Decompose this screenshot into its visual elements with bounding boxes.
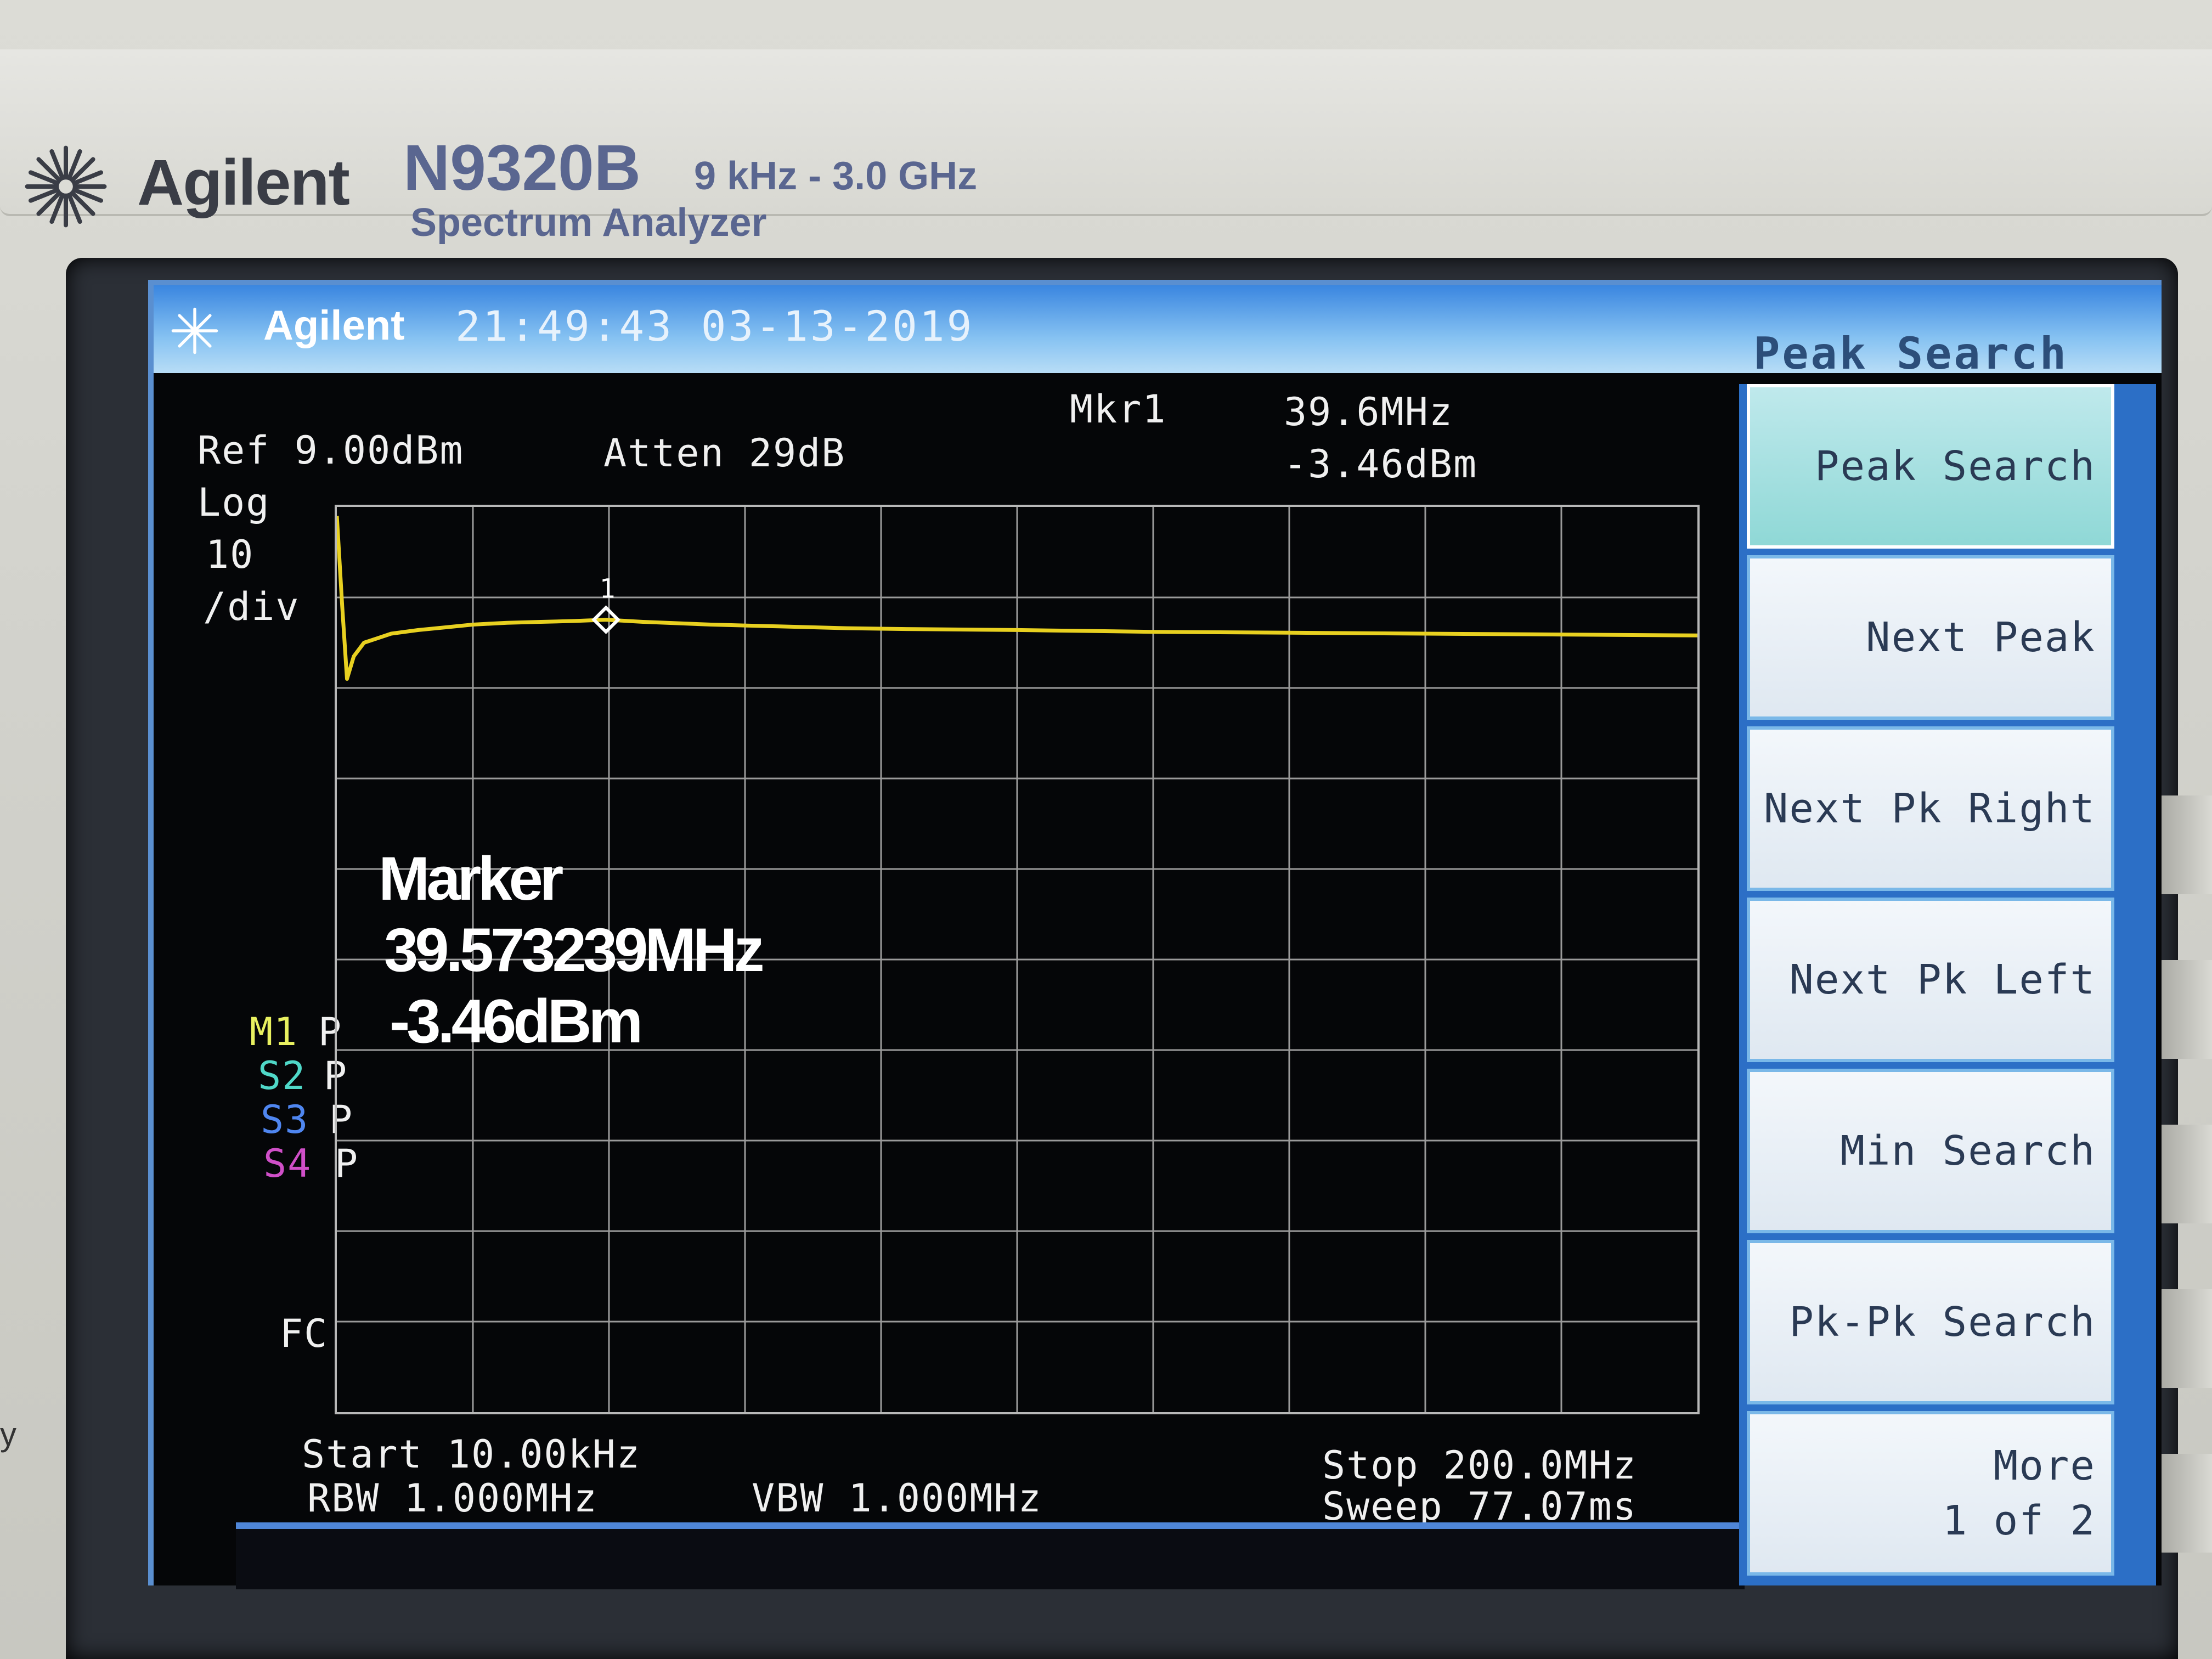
marker-overlay-title: Marker bbox=[379, 844, 563, 913]
marker-overlay-frequency: 39.573239MHz bbox=[384, 916, 765, 984]
softkey-more[interactable]: More 1 of 2 bbox=[1747, 1411, 2114, 1576]
frequency-range: 9 kHz - 3.0 GHz bbox=[694, 154, 978, 198]
softkey-panel: Peak Search Next Peak Next Pk Right Next… bbox=[1739, 384, 2156, 1585]
stop-frequency: Stop 200.0MHz bbox=[1322, 1443, 1637, 1488]
marker-label: Mkr1 bbox=[1070, 387, 1167, 432]
attenuation: Atten 29dB bbox=[603, 431, 846, 476]
scale-unit: /div bbox=[203, 584, 300, 629]
video-bandwidth: VBW 1.000MHz bbox=[752, 1476, 1042, 1521]
softkey-peak-search[interactable]: Peak Search bbox=[1747, 384, 2114, 549]
brand-name: Agilent bbox=[137, 146, 350, 219]
reference-level: Ref 9.00dBm bbox=[198, 428, 464, 473]
marker-s4-id: S4 bbox=[263, 1141, 312, 1186]
marker-overlay-amplitude: -3.46dBm bbox=[390, 987, 643, 1056]
resolution-bandwidth: RBW 1.000MHz bbox=[307, 1476, 598, 1521]
marker-frequency: 39.6MHz bbox=[1284, 390, 1454, 435]
analyzer-display: Agilent 21:49:43 03-13-2019 Peak Search … bbox=[148, 280, 2162, 1589]
marker-number-label: 1 bbox=[600, 574, 616, 605]
fc-indicator: FC bbox=[280, 1311, 329, 1356]
instrument-description: Spectrum Analyzer bbox=[410, 201, 767, 245]
marker-s2-id: S2 bbox=[258, 1053, 307, 1098]
softkey-next-peak[interactable]: Next Peak bbox=[1747, 555, 2114, 720]
softkey-next-pk-left[interactable]: Next Pk Left bbox=[1747, 898, 2114, 1062]
date-time: 21:49:43 03-13-2019 bbox=[455, 302, 974, 351]
start-frequency: Start 10.00kHz bbox=[302, 1432, 641, 1477]
scale-type: Log bbox=[198, 480, 270, 525]
instrument-front-plate: Agilent N9320B 9 kHz - 3.0 GHz Spectrum … bbox=[0, 49, 2212, 245]
marker-m1-id: M1 bbox=[250, 1009, 298, 1054]
agilent-spark-icon bbox=[171, 307, 218, 354]
agilent-spark-logo-icon bbox=[25, 145, 107, 228]
scale-value: 10 bbox=[206, 532, 255, 577]
softkey-min-search[interactable]: Min Search bbox=[1747, 1069, 2114, 1233]
bezel-caption: y bbox=[0, 1416, 16, 1453]
status-bar bbox=[236, 1522, 1745, 1589]
display-title-bar: Agilent 21:49:43 03-13-2019 Peak Search bbox=[154, 285, 2162, 379]
softkey-next-pk-right[interactable]: Next Pk Right bbox=[1747, 726, 2114, 891]
softkey-pk-pk-search[interactable]: Pk-Pk Search bbox=[1747, 1240, 2114, 1404]
display-brand: Agilent bbox=[263, 302, 405, 349]
marker-amplitude: -3.46dBm bbox=[1284, 442, 1478, 487]
model-number: N9320B bbox=[403, 132, 641, 204]
menu-title: Peak Search bbox=[1753, 328, 2068, 379]
marker-s3-id: S3 bbox=[261, 1097, 309, 1142]
